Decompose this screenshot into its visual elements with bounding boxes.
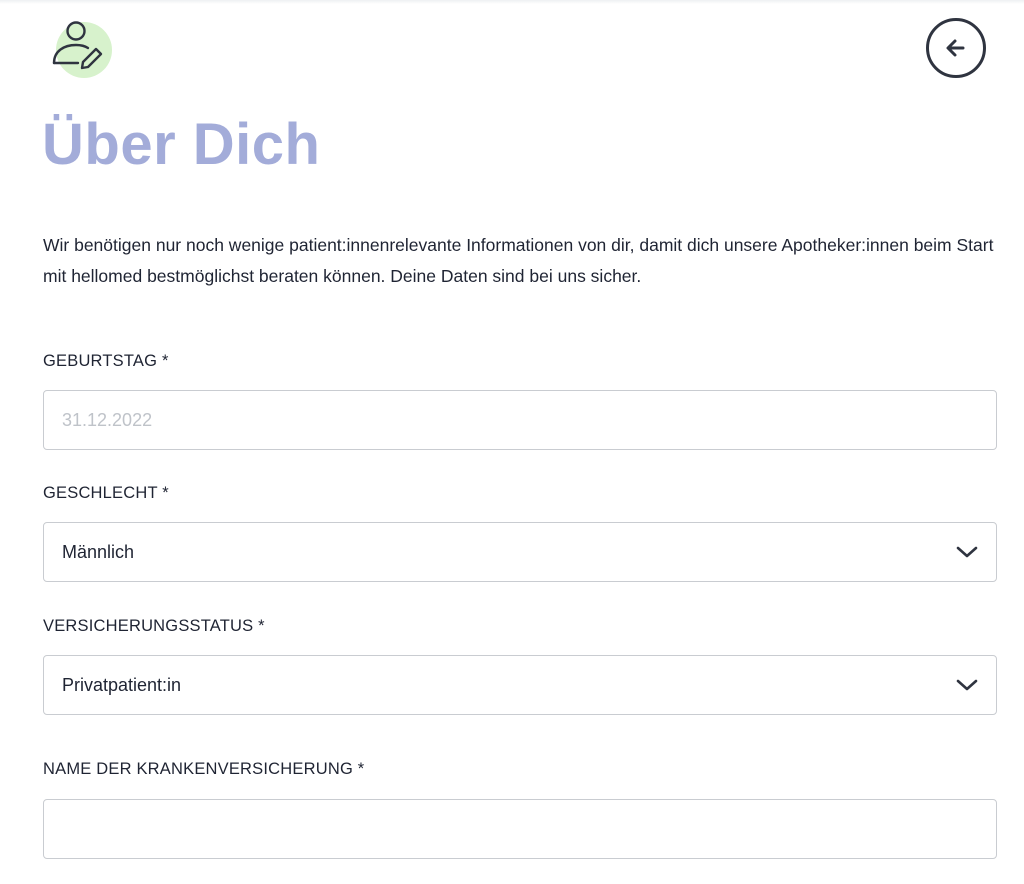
insurance-status-select[interactable]: Privatpatient:in [43, 655, 997, 715]
birthday-field-wrapper [43, 390, 997, 450]
user-edit-icon [48, 16, 114, 82]
insurance-name-field-wrapper [43, 799, 997, 859]
insurance-name-label: NAME DER KRANKENVERSICHERUNG * [43, 760, 365, 778]
arrow-left-icon [946, 39, 965, 57]
page: Über Dich Wir benötigen nur noch wenige … [0, 0, 1024, 884]
page-title: Über Dich [42, 112, 321, 177]
top-divider [0, 0, 1024, 4]
birthday-input[interactable] [44, 391, 996, 449]
back-button[interactable] [926, 18, 986, 78]
insurance-status-select-value: Privatpatient:in [62, 674, 182, 695]
intro-text: Wir benötigen nur noch wenige patient:in… [43, 235, 994, 286]
insurance-status-label: VERSICHERUNGSSTATUS * [43, 617, 265, 635]
gender-select-value: Männlich [62, 541, 135, 562]
chevron-down-icon [956, 545, 978, 559]
chevron-down-icon [956, 678, 978, 692]
birthday-label: GEBURTSTAG * [43, 352, 169, 370]
gender-select[interactable]: Männlich [43, 522, 997, 582]
insurance-name-input[interactable] [44, 800, 996, 858]
gender-label: GESCHLECHT * [43, 484, 169, 502]
